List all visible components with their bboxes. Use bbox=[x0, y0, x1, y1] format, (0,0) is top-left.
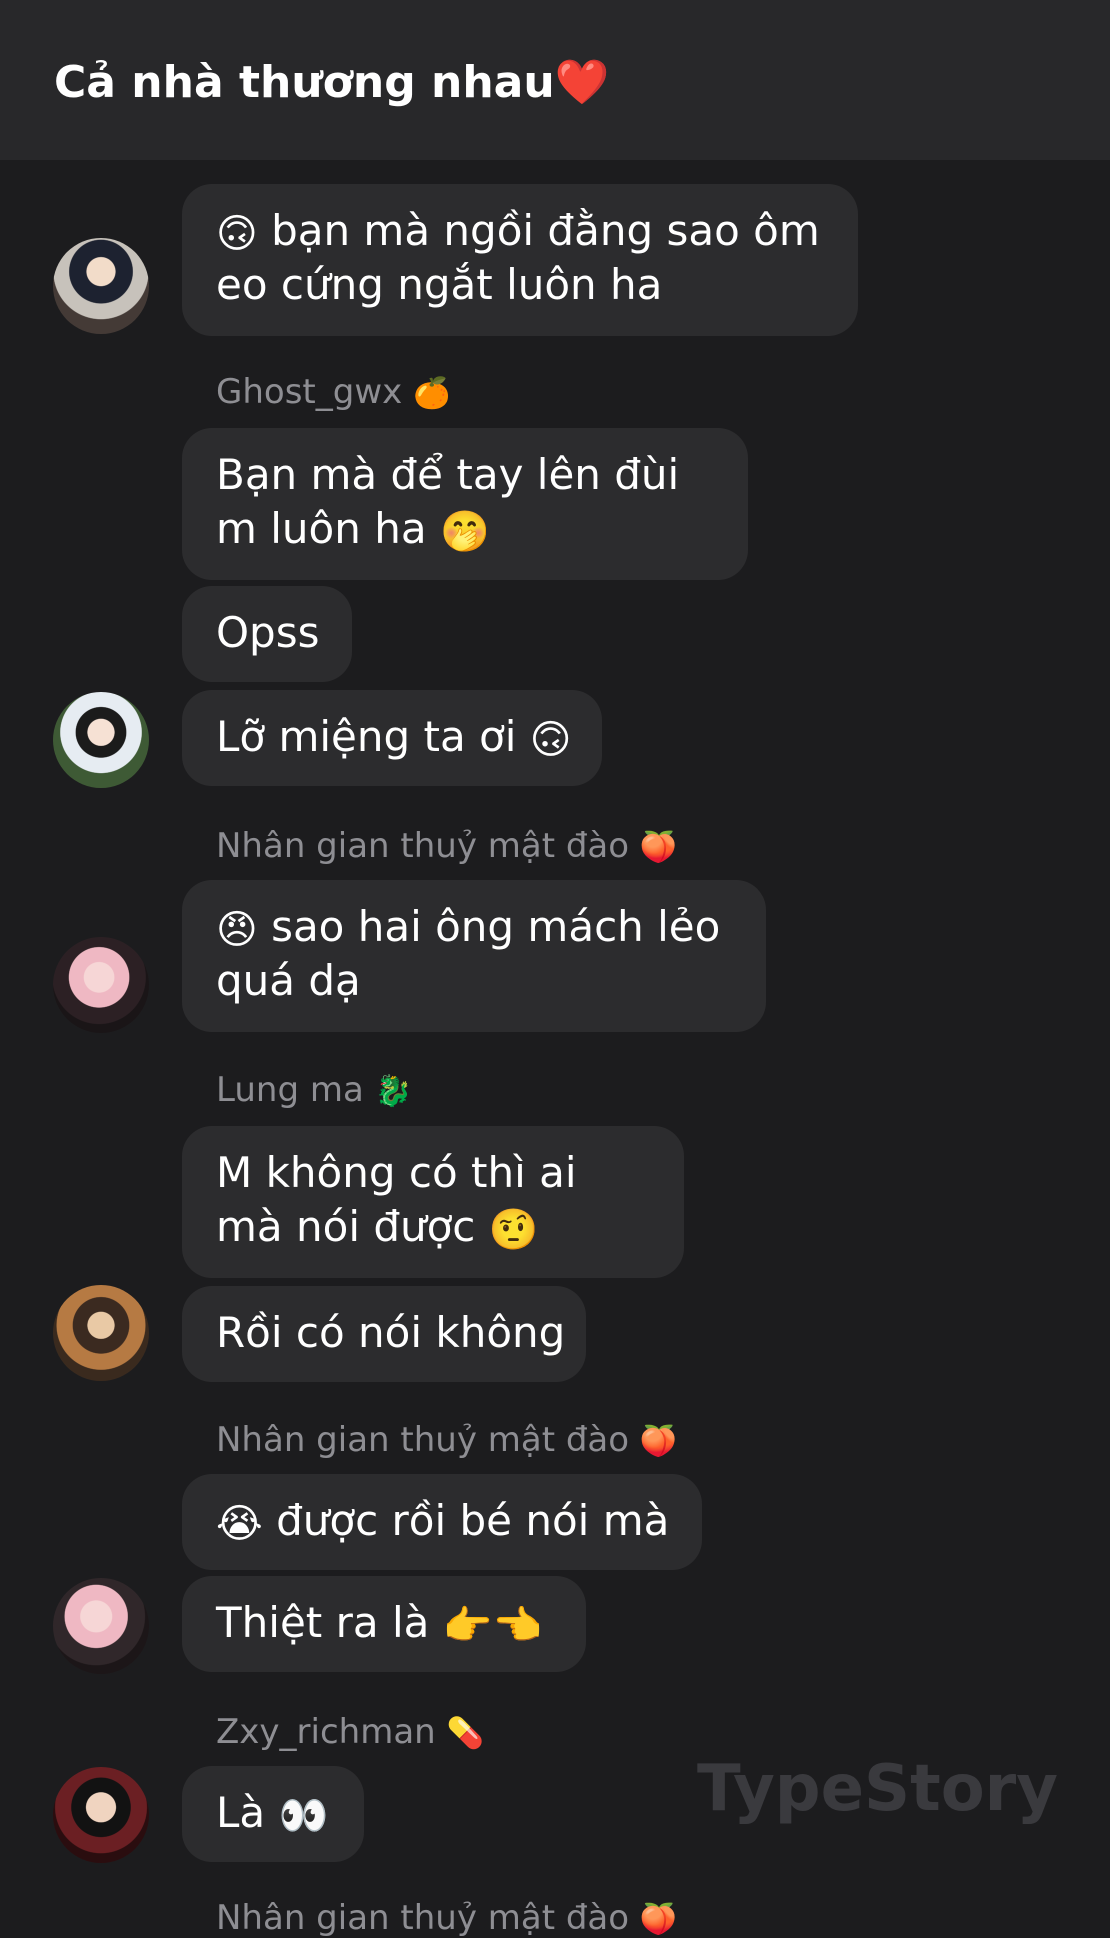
sender-name: Zxy_richman 💊 bbox=[216, 1712, 484, 1752]
chat-header: Cả nhà thương nhau❤️ bbox=[0, 0, 1110, 160]
message-bubble[interactable]: Lỡ miệng ta ơi 🙃 bbox=[182, 690, 602, 786]
message-text: sao hai ông mách lẻo quá dạ bbox=[216, 902, 721, 1005]
chat-list[interactable]: 🙃 bạn mà ngồi đằng sao ôm eo cứng ngắt l… bbox=[0, 0, 1110, 1938]
message-text: Rồi có nói không bbox=[216, 1308, 566, 1357]
sender-name: Nhân gian thuỷ mật đào 🍑 bbox=[216, 826, 678, 866]
raised-eyebrow-face-icon: 🤨 bbox=[488, 1206, 539, 1253]
peach-icon: 🍑 bbox=[639, 1423, 678, 1459]
watermark: TypeStory bbox=[697, 1752, 1058, 1826]
crying-face-icon: 😭 bbox=[216, 1500, 263, 1547]
eyes-icon: 👀 bbox=[278, 1792, 329, 1839]
sender-name: Ghost_gwx 🍊 bbox=[216, 372, 451, 412]
avatar[interactable] bbox=[53, 1578, 149, 1674]
message-text: Opss bbox=[216, 608, 320, 657]
message-bubble[interactable]: Rồi có nói không bbox=[182, 1286, 586, 1382]
message-text: được rồi bé nói mà bbox=[276, 1496, 670, 1545]
message-bubble[interactable]: Thiệt ra là 👉👈 bbox=[182, 1576, 586, 1672]
sender-name: Lung ma 🐉 bbox=[216, 1070, 412, 1110]
avatar[interactable] bbox=[53, 238, 149, 334]
upside-down-face-icon: 🙃 bbox=[529, 716, 572, 763]
pill-icon: 💊 bbox=[446, 1715, 484, 1751]
message-bubble[interactable]: M không có thì ai mà nói được 🤨 bbox=[182, 1126, 684, 1278]
avatar[interactable] bbox=[53, 692, 149, 788]
avatar[interactable] bbox=[53, 1767, 149, 1863]
sender-name: Nhân gian thuỷ mật đào 🍑 bbox=[216, 1420, 678, 1460]
pointing-fingers-icon: 👉👈 bbox=[442, 1602, 543, 1649]
dragon-icon: 🐉 bbox=[374, 1073, 412, 1109]
avatar[interactable] bbox=[53, 937, 149, 1033]
angry-face-icon: 😠 bbox=[216, 906, 258, 953]
message-text: Lỡ miệng ta ơi bbox=[216, 712, 517, 761]
message-text: Là bbox=[216, 1788, 266, 1837]
message-bubble[interactable]: 😠 sao hai ông mách lẻo quá dạ bbox=[182, 880, 766, 1032]
upside-down-face-icon: 🙃 bbox=[216, 210, 258, 257]
chat-title: Cả nhà thương nhau❤️ bbox=[54, 57, 610, 108]
orange-icon: 🍊 bbox=[413, 375, 451, 411]
sender-name: Nhân gian thuỷ mật đào 🍑 bbox=[216, 1898, 678, 1938]
avatar[interactable] bbox=[53, 1285, 149, 1381]
hand-over-mouth-icon: 🤭 bbox=[439, 508, 490, 555]
message-bubble[interactable]: 😭 được rồi bé nói mà bbox=[182, 1474, 702, 1570]
message-text: Thiệt ra là bbox=[216, 1598, 430, 1647]
message-bubble[interactable]: 🙃 bạn mà ngồi đằng sao ôm eo cứng ngắt l… bbox=[182, 184, 858, 336]
message-text: bạn mà ngồi đằng sao ôm eo cứng ngắt luô… bbox=[216, 206, 820, 309]
message-bubble[interactable]: Bạn mà để tay lên đùi m luôn ha 🤭 bbox=[182, 428, 748, 580]
message-bubble[interactable]: Là 👀 bbox=[182, 1766, 364, 1862]
message-bubble[interactable]: Opss bbox=[182, 586, 352, 682]
peach-icon: 🍑 bbox=[639, 829, 678, 865]
